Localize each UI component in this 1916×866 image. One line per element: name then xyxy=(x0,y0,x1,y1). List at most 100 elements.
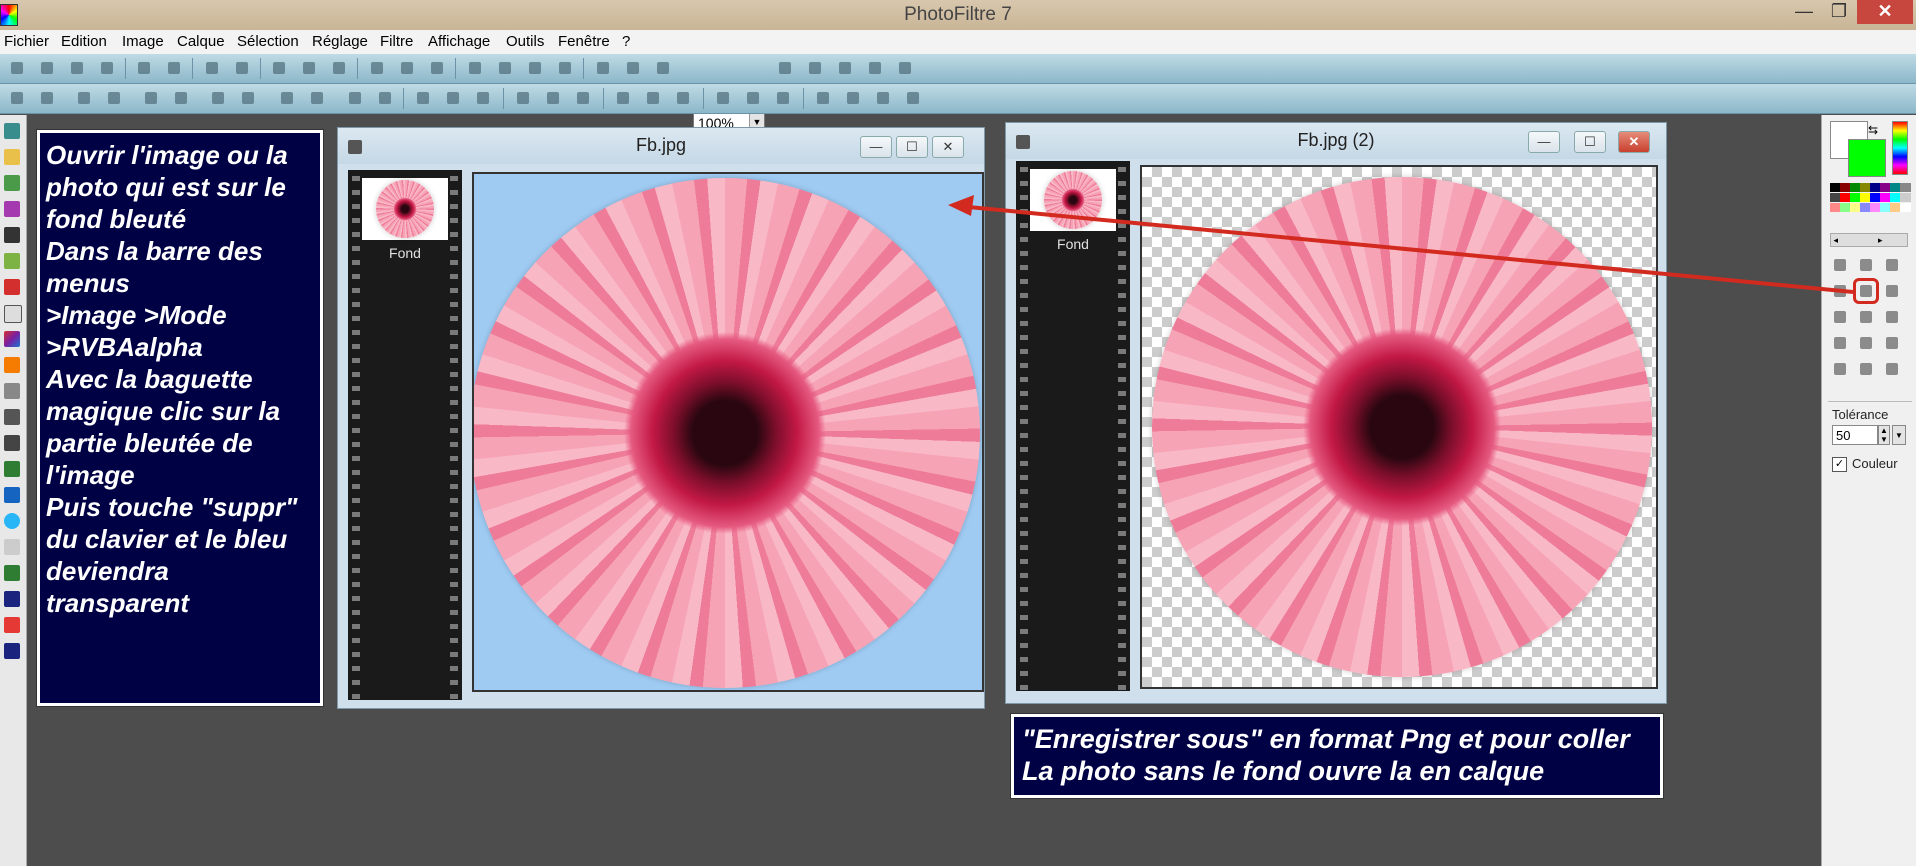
menu-reglage[interactable]: Réglage xyxy=(312,33,368,50)
layer-thumbnail[interactable] xyxy=(362,178,448,240)
menu-help[interactable]: ? xyxy=(622,33,630,50)
stamp-icon[interactable] xyxy=(1882,333,1902,353)
open-file-icon[interactable] xyxy=(38,59,56,77)
histogram-icon[interactable] xyxy=(4,487,20,503)
saturation-plus-icon[interactable] xyxy=(239,89,257,107)
menu-filtre[interactable]: Filtre xyxy=(380,33,413,50)
contrast-plus-icon[interactable] xyxy=(105,89,123,107)
star-icon[interactable] xyxy=(4,279,20,295)
monitor-icon[interactable] xyxy=(744,89,762,107)
folder-icon[interactable] xyxy=(4,149,20,165)
doc-minimize-button[interactable]: — xyxy=(1528,131,1560,153)
doc-title-bar[interactable]: Fb.jpg — ☐ ✕ xyxy=(338,128,984,164)
image-icon[interactable] xyxy=(4,565,20,581)
zoom-out-icon[interactable] xyxy=(806,59,824,77)
new-file-icon[interactable] xyxy=(8,59,26,77)
sphere-icon[interactable] xyxy=(4,513,20,529)
script-icon[interactable] xyxy=(4,617,20,633)
triangle-icon[interactable] xyxy=(644,89,662,107)
eyedropper-icon[interactable] xyxy=(1830,281,1850,301)
scan-icon[interactable] xyxy=(165,59,183,77)
image-canvas[interactable] xyxy=(472,172,984,692)
monitor-icon[interactable] xyxy=(4,175,20,191)
emboss-icon[interactable] xyxy=(614,89,632,107)
smudge-icon[interactable] xyxy=(1856,359,1876,379)
zoom-in-icon[interactable] xyxy=(776,59,794,77)
magic-wand-icon[interactable] xyxy=(1853,278,1879,304)
contrast-minus-icon[interactable] xyxy=(75,89,93,107)
doc-close-button[interactable]: ✕ xyxy=(1618,131,1650,153)
fx-icon[interactable] xyxy=(4,383,20,399)
rgb-icon[interactable] xyxy=(714,89,732,107)
document-window-fb[interactable]: Fb.jpg — ☐ ✕ Fond xyxy=(337,127,985,709)
canvas-size-icon[interactable] xyxy=(428,59,446,77)
menu-selection[interactable]: Sélection xyxy=(237,33,299,50)
doc-maximize-button[interactable]: ☐ xyxy=(896,136,928,158)
fullscreen-icon[interactable] xyxy=(654,59,672,77)
doc-maximize-button[interactable]: ☐ xyxy=(1574,131,1606,153)
curves-icon[interactable] xyxy=(308,89,326,107)
spray-icon[interactable] xyxy=(1856,307,1876,327)
grid-icon[interactable] xyxy=(4,435,20,451)
secondary-color[interactable] xyxy=(1848,139,1886,177)
gamma-plus-icon[interactable] xyxy=(172,89,190,107)
pattern-icon[interactable] xyxy=(474,89,492,107)
text-icon[interactable] xyxy=(556,59,574,77)
save-as-icon[interactable] xyxy=(98,59,116,77)
paste-icon[interactable] xyxy=(270,59,288,77)
sharpen-icon[interactable] xyxy=(574,89,592,107)
color-checkbox[interactable]: ✓ xyxy=(1832,457,1847,472)
mosaic-icon[interactable] xyxy=(4,461,20,477)
crop-icon[interactable] xyxy=(466,59,484,77)
gradient-icon[interactable] xyxy=(4,201,20,217)
color-palette[interactable] xyxy=(1830,183,1911,225)
grain-icon[interactable] xyxy=(414,89,432,107)
rotate-right-icon[interactable] xyxy=(904,89,922,107)
camera-icon[interactable] xyxy=(4,227,20,243)
brightness-minus-icon[interactable] xyxy=(8,89,26,107)
image-canvas[interactable] xyxy=(1140,165,1658,689)
eraser-icon[interactable] xyxy=(1882,307,1902,327)
hue-slider[interactable] xyxy=(1892,121,1908,175)
window-icon[interactable] xyxy=(896,59,914,77)
auto-contrast-icon[interactable] xyxy=(376,89,394,107)
triangle-outline-icon[interactable] xyxy=(674,89,692,107)
actual-size-icon[interactable] xyxy=(836,59,854,77)
menu-edition[interactable]: Edition xyxy=(61,33,107,50)
maximize-button[interactable]: ❐ xyxy=(1822,0,1856,24)
save-2000-icon[interactable] xyxy=(4,591,20,607)
flip-vertical-icon[interactable] xyxy=(844,89,862,107)
color-mode-icon[interactable] xyxy=(368,59,386,77)
image-size-icon[interactable] xyxy=(398,59,416,77)
brush-icon[interactable] xyxy=(1830,333,1850,353)
color-gradient-icon[interactable] xyxy=(4,331,20,347)
filter-icon[interactable] xyxy=(624,59,642,77)
border-icon[interactable] xyxy=(526,59,544,77)
advanced-brush-icon[interactable] xyxy=(1856,333,1876,353)
selection-icon[interactable] xyxy=(1856,255,1876,275)
rotate-left-icon[interactable] xyxy=(874,89,892,107)
palette-scroll[interactable]: ◂ ▸ xyxy=(1830,233,1908,247)
bucket-icon[interactable] xyxy=(1830,307,1850,327)
doc-title-bar[interactable]: Fb.jpg (2) — ☐ ✕ xyxy=(1006,123,1666,159)
line-icon[interactable] xyxy=(1882,281,1902,301)
mask-icon[interactable] xyxy=(514,89,532,107)
auto-levels-icon[interactable] xyxy=(346,89,364,107)
saturation-minus-icon[interactable] xyxy=(209,89,227,107)
flip-horizontal-icon[interactable] xyxy=(814,89,832,107)
clone-icon[interactable] xyxy=(1882,359,1902,379)
hand-icon[interactable] xyxy=(1882,255,1902,275)
blur-drop-icon[interactable] xyxy=(1830,359,1850,379)
tolerance-stepper[interactable]: ▲ ▼ xyxy=(1878,425,1890,445)
menu-image[interactable]: Image xyxy=(122,33,164,50)
menu-outils[interactable]: Outils xyxy=(506,33,544,50)
doc-close-button[interactable]: ✕ xyxy=(932,136,964,158)
document-window-fb-2[interactable]: Fb.jpg (2) — ☐ ✕ Fond xyxy=(1005,122,1667,704)
palette-swatch[interactable] xyxy=(1900,193,1911,202)
plugin-icon[interactable] xyxy=(594,59,612,77)
menu-affichage[interactable]: Affichage xyxy=(428,33,490,50)
fill-icon[interactable] xyxy=(4,357,20,373)
blur-icon[interactable] xyxy=(544,89,562,107)
menu-fichier[interactable]: Fichier xyxy=(4,33,49,50)
levels-icon[interactable] xyxy=(278,89,296,107)
